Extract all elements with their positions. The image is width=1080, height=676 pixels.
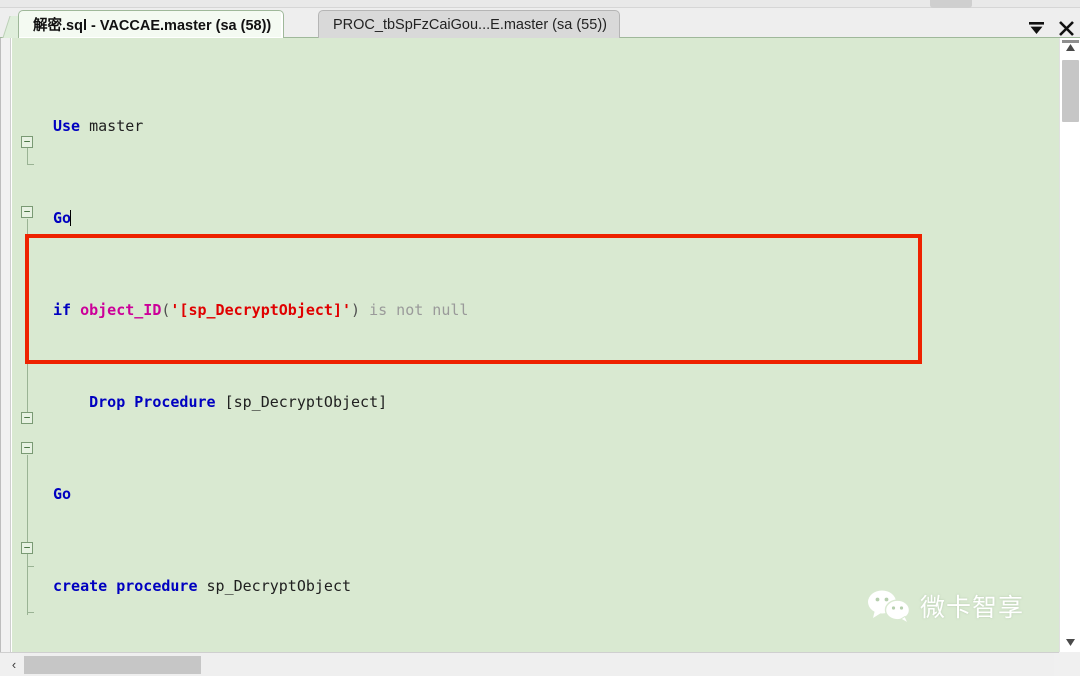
fold-toggle-begin[interactable]: − (21, 442, 33, 454)
horizontal-scroll-thumb[interactable] (24, 656, 201, 674)
fold-tick (27, 566, 34, 567)
code-text-area[interactable]: Use master Go if object_ID('[sp_DecryptO… (47, 38, 1060, 652)
scroll-left-arrow[interactable]: ‹ (3, 653, 25, 676)
code-line: Drop Procedure [sp_DecryptObject] (89, 393, 388, 411)
text-caret (70, 210, 72, 226)
fold-tick (27, 612, 34, 613)
tab-decrypt-sql[interactable]: 解密.sql - VACCAE.master (sa (58)) (18, 10, 285, 38)
code-line: Go (53, 485, 72, 503)
sql-editor-window: 解密.sql - VACCAE.master (sa (58)) PROC_tb… (0, 0, 1080, 676)
fold-guide-line (27, 455, 28, 615)
scrollbar-corner (1059, 652, 1080, 676)
code-lines: Use master Go if object_ID('[sp_DecryptO… (47, 46, 1060, 652)
tab-label: 解密.sql - VACCAE.master (sa (58)) (33, 18, 272, 34)
scroll-left-glyph: ‹ (11, 657, 17, 672)
watermark: 微卡智享 (867, 588, 1024, 624)
code-line: Use master (53, 117, 144, 135)
code-editor: − − − − − Use master Go if object_ID('[s… (0, 38, 1080, 652)
scroll-down-arrow[interactable] (1060, 633, 1080, 652)
fold-toggle-if-objectid[interactable]: − (21, 136, 33, 148)
code-line: if object_ID('[sp_DecryptObject]') is no… (53, 301, 469, 319)
vertical-scroll-thumb[interactable] (1062, 60, 1079, 122)
tab-bar-controls (1026, 18, 1076, 38)
fold-toggle-comment-block[interactable]: − (21, 542, 33, 554)
window-drag-nub[interactable] (930, 0, 972, 8)
fold-guide-line (27, 219, 28, 419)
document-tab-bar: 解密.sql - VACCAE.master (sa (58)) PROC_tb… (0, 8, 1080, 38)
vertical-scrollbar[interactable] (1059, 38, 1080, 652)
fold-toggle-if-not-exists[interactable]: − (21, 412, 33, 424)
code-line: Go (53, 209, 72, 227)
window-top-strip (0, 0, 1080, 8)
editor-left-rail (1, 38, 11, 652)
wechat-logo-icon (867, 590, 911, 623)
scroll-top-marker (1062, 40, 1079, 43)
code-folding-gutter: − − − − − (12, 38, 47, 652)
tab-label: PROC_tbSpFzCaiGou...E.master (sa (55)) (333, 16, 607, 33)
chevron-down-icon[interactable] (1026, 18, 1046, 38)
tab-proc-tbspfzcaigou[interactable]: PROC_tbSpFzCaiGou...E.master (sa (55)) (318, 10, 620, 38)
fold-toggle-create-procedure[interactable]: − (21, 206, 33, 218)
watermark-text: 微卡智享 (919, 593, 1024, 622)
horizontal-scrollbar[interactable]: ‹ › (0, 652, 1080, 676)
fold-bracket (27, 148, 34, 165)
close-icon[interactable] (1056, 18, 1076, 38)
